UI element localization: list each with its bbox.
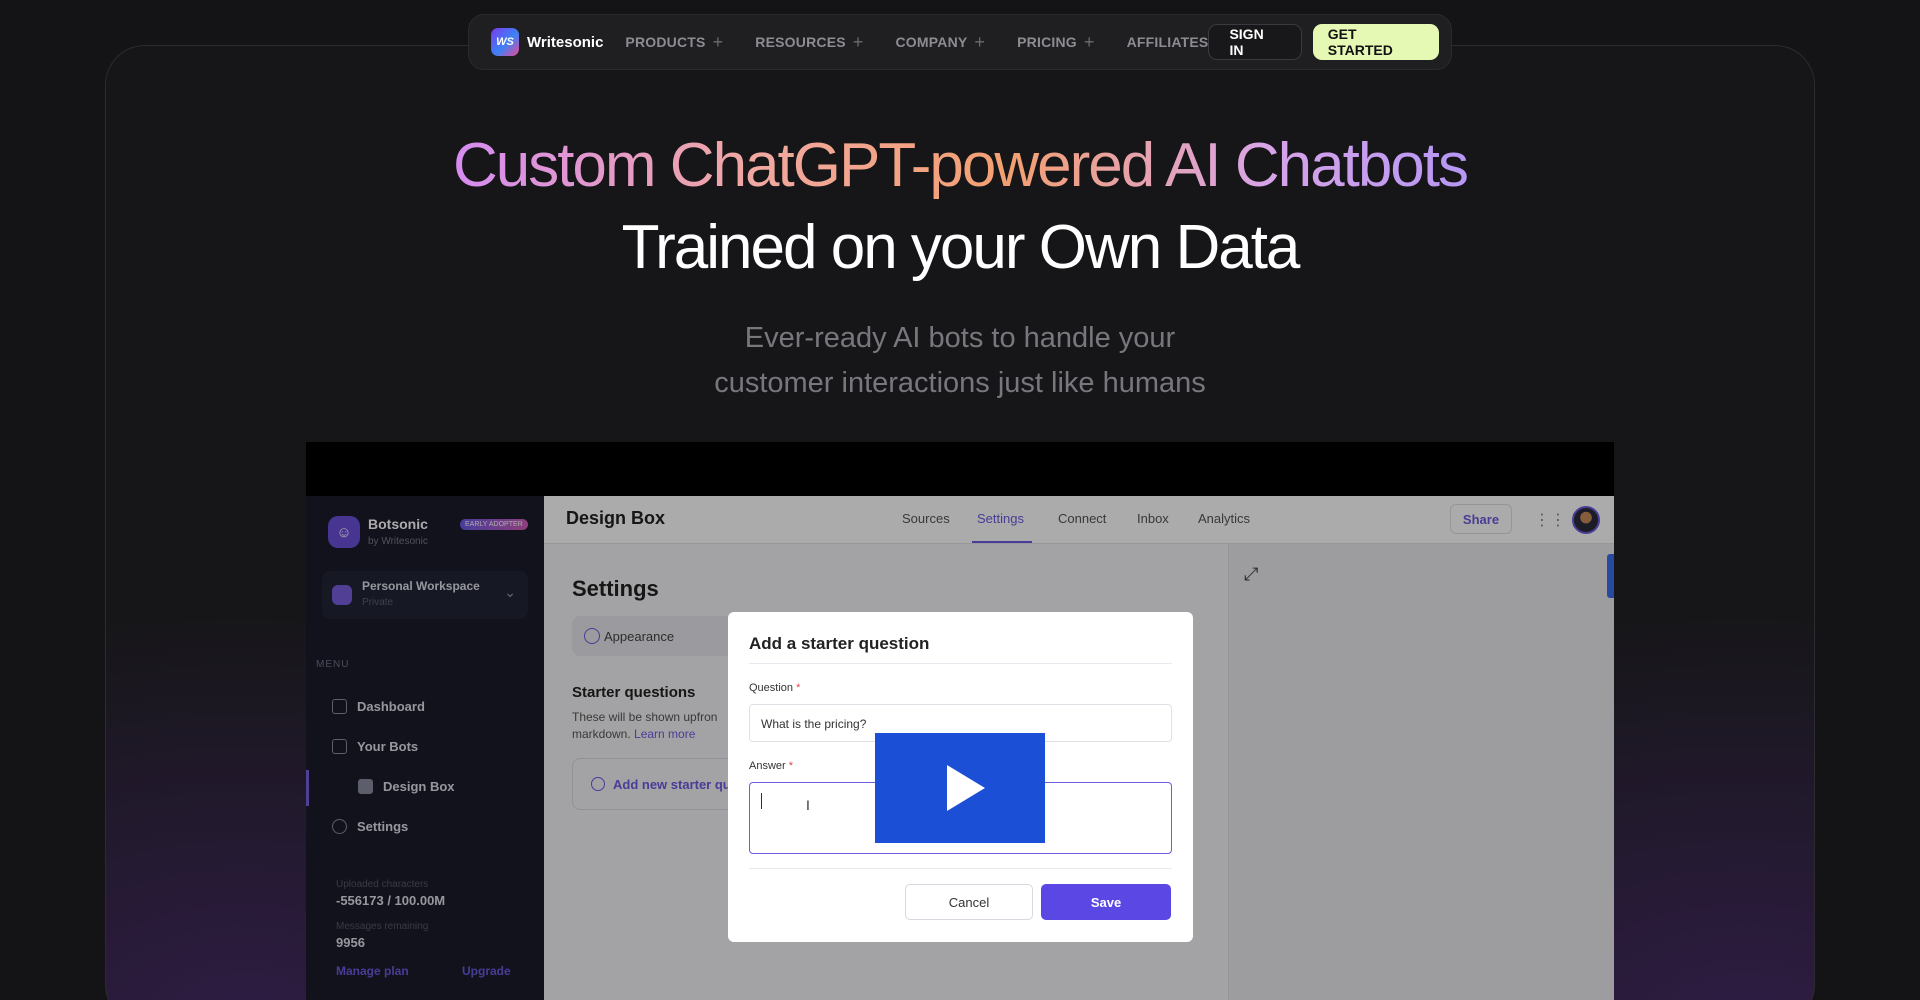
question-label-text: Question [749, 682, 794, 694]
answer-label-text: Answer [749, 760, 786, 772]
top-nav: WS Writesonic PRODUCTS + RESOURCES + COM… [468, 14, 1452, 70]
writesonic-logo[interactable]: WS Writesonic [491, 28, 603, 56]
get-started-button[interactable]: GET STARTED [1312, 24, 1439, 60]
play-icon [947, 765, 985, 811]
plus-icon: + [712, 31, 724, 52]
nav-affiliates[interactable]: AFFILIATES [1127, 34, 1209, 50]
nav-pricing-label: PRICING [1017, 34, 1077, 50]
required-mark: * [796, 682, 801, 694]
nav-products-label: PRODUCTS [625, 34, 706, 50]
text-caret [761, 793, 762, 809]
hero-subtitle-line-1: Ever-ready AI bots to handle your [744, 322, 1176, 354]
hero-subtitle: Ever-ready AI bots to handle your custom… [0, 316, 1920, 406]
modal-title: Add a starter question [749, 634, 930, 653]
sign-in-button[interactable]: SIGN IN [1208, 24, 1302, 60]
play-button[interactable] [875, 733, 1045, 843]
logo-mark-icon: WS [491, 28, 519, 56]
plus-icon: + [974, 31, 986, 52]
nav-resources-label: RESOURCES [755, 34, 846, 50]
nav-affiliates-label: AFFILIATES [1126, 34, 1209, 50]
nav-products[interactable]: PRODUCTS + [625, 32, 723, 53]
save-button[interactable]: Save [1041, 884, 1171, 920]
nav-company[interactable]: COMPANY + [896, 32, 986, 53]
plus-icon: + [852, 31, 864, 52]
demo-video[interactable]: ☺ Botsonic by Writesonic EARLY ADOPTER P… [306, 442, 1614, 1000]
nav-resources[interactable]: RESOURCES + [755, 32, 863, 53]
hero-headline-2: Trained on your Own Data [621, 213, 1301, 282]
hero-headline-text: Custom ChatGPT-powered AI Chatbots [452, 131, 1469, 200]
plus-icon: + [1083, 31, 1095, 52]
nav-pricing[interactable]: PRICING + [1017, 32, 1094, 53]
question-label: Question * [749, 682, 800, 694]
required-mark: * [788, 760, 794, 772]
hero-subtitle-line-2: customer interactions just like humans [714, 367, 1206, 399]
logo-text: Writesonic [527, 33, 604, 51]
hero-headline: Custom ChatGPT-powered AI Chatbots [0, 130, 1920, 201]
answer-label: Answer * [749, 760, 793, 772]
divider [749, 868, 1172, 869]
nav-company-label: COMPANY [895, 34, 968, 50]
text-cursor-icon: I [806, 797, 810, 813]
divider [749, 663, 1172, 664]
cancel-button[interactable]: Cancel [905, 884, 1033, 920]
